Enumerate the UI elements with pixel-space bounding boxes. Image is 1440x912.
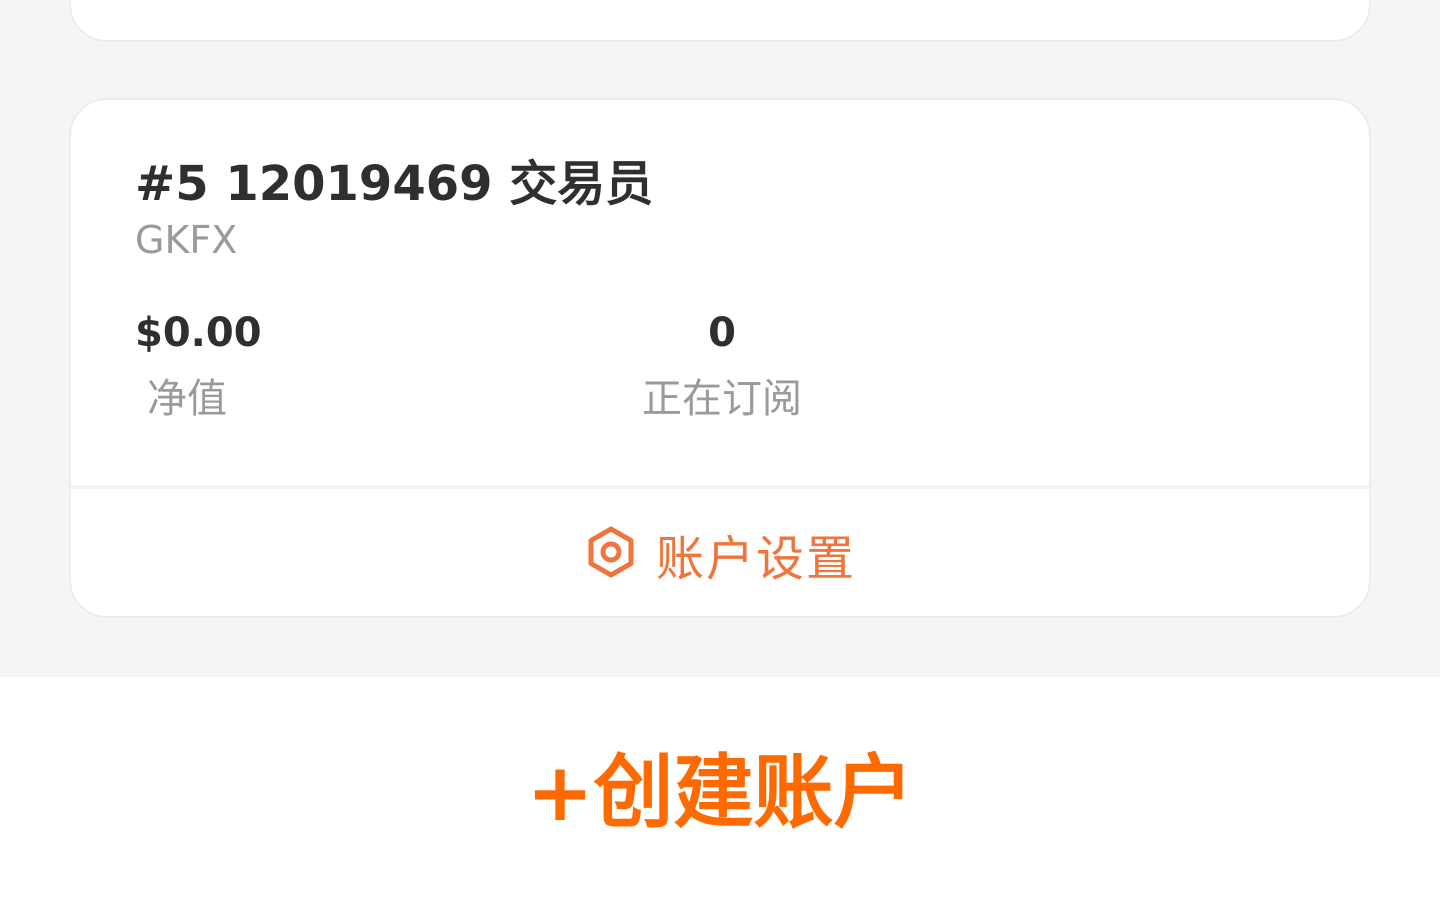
previous-account-settings-label: 账户设置	[657, 0, 857, 8]
gear-hex-icon	[584, 525, 638, 583]
account-list-screen: 账户设置 #5 12019469 交易员 GKFX $0.00 净值 0 正在订…	[0, 0, 1440, 912]
bottom-action-bar: +创建账户	[0, 677, 1440, 912]
create-account-button[interactable]: +创建账户	[526, 728, 913, 844]
subscriptions-stat: 0 正在订阅	[637, 308, 807, 424]
previous-account-card: 账户设置	[69, 0, 1371, 42]
equity-value: $0.00	[135, 310, 262, 356]
subscriptions-value: 0	[708, 310, 736, 356]
gear-hex-icon	[583, 0, 637, 2]
subscriptions-label: 正在订阅	[642, 376, 802, 422]
account-title: #5 12019469 交易员	[135, 156, 654, 212]
equity-label: 净值	[147, 376, 227, 422]
account-card[interactable]: #5 12019469 交易员 GKFX $0.00 净值 0 正在订阅 账户设…	[69, 98, 1371, 618]
previous-account-settings-button[interactable]: 账户设置	[71, 0, 1369, 18]
account-broker: GKFX	[135, 218, 238, 262]
equity-stat: $0.00 净值	[135, 308, 262, 424]
account-settings-button[interactable]: 账户设置	[71, 489, 1369, 616]
account-settings-label: 账户设置	[655, 530, 856, 587]
